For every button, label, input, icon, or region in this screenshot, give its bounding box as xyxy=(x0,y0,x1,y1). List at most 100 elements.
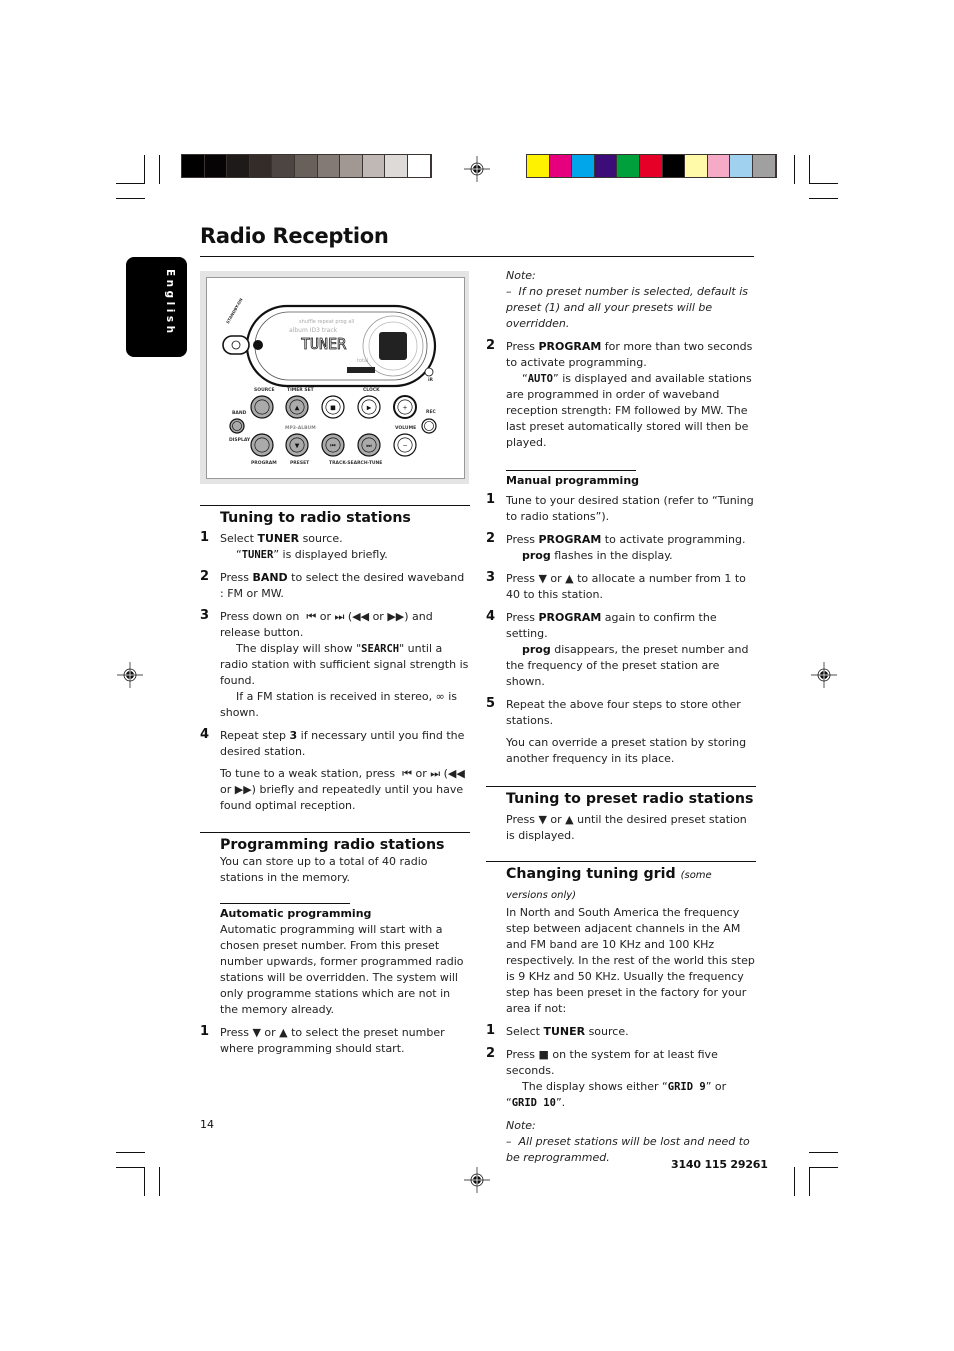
previous-button-glyph-icon: ⏮ xyxy=(330,443,336,450)
right-column: Note: – If no preset number is selected,… xyxy=(486,268,756,1166)
color-swatch xyxy=(572,155,594,177)
crop-mark xyxy=(809,1167,838,1168)
crop-mark xyxy=(809,198,838,199)
page-number: 14 xyxy=(200,1118,214,1131)
label-source: SOURCE xyxy=(254,388,275,393)
color-swatch xyxy=(685,155,707,177)
text: flashes in the display. xyxy=(550,549,673,562)
tuning-grid-text: In North and South America the frequency… xyxy=(506,906,755,1015)
preset-down-button-glyph-icon: ▼ xyxy=(295,443,300,450)
text: Press xyxy=(506,340,539,353)
step-result: The display will show "SEARCH" until a r… xyxy=(220,641,470,689)
crop-mark xyxy=(116,1167,145,1168)
volume-down-button-glyph-icon: − xyxy=(402,443,407,450)
color-swatch xyxy=(662,155,685,177)
display-tag-hot-surf xyxy=(347,367,375,373)
band-button-inner xyxy=(232,421,242,431)
color-calibration-bar xyxy=(526,154,777,178)
crop-mark xyxy=(794,155,795,184)
svg-text:album ID3 track: album ID3 track xyxy=(289,327,338,334)
grayscale-swatch xyxy=(204,155,227,177)
label-display: DISPLAY xyxy=(229,438,251,443)
ir-sensor xyxy=(424,367,434,377)
text: Tune to your desired station (refer to “… xyxy=(506,494,754,523)
color-swatch xyxy=(639,155,662,177)
grayscale-swatch xyxy=(362,155,385,177)
label-ir: iR xyxy=(428,378,434,383)
step-result: prog disappears, the preset number and t… xyxy=(506,642,756,690)
rec-button-inner xyxy=(424,421,434,431)
auto-step-1: 1 Press ▼ or ▲ to select the preset numb… xyxy=(200,1024,470,1057)
text: source. xyxy=(585,1025,629,1038)
text: Repeat the above four steps to store oth… xyxy=(506,698,741,727)
crop-mark xyxy=(159,155,160,184)
tuning-step-4: 4 Repeat step 3 if necessary until you f… xyxy=(200,727,470,814)
next-button-glyph-icon: ⏭ xyxy=(366,443,372,450)
text: The display will show " xyxy=(236,642,362,655)
crop-mark xyxy=(144,1167,145,1196)
page-title: Radio Reception xyxy=(200,224,389,248)
text: Press ▼ or ▲ to select the preset number… xyxy=(220,1026,445,1055)
step-result: The display shows either “GRID 9” or “GR… xyxy=(506,1079,756,1111)
step-result: “TUNER” is displayed briefly. xyxy=(220,547,470,563)
lcd-text: GRID 9 xyxy=(667,1081,706,1093)
svg-text:total: total xyxy=(357,358,368,364)
crop-mark xyxy=(159,1167,160,1196)
grayscale-swatch xyxy=(272,155,294,177)
step-number: 2 xyxy=(486,1046,496,1061)
play-pause-button-glyph-icon: ▶ xyxy=(367,405,372,412)
text: Press xyxy=(506,533,539,546)
note-text: – If no preset number is selected, defau… xyxy=(506,285,749,330)
step-number: 3 xyxy=(486,570,496,585)
section-heading-tuning-grid: Changing tuning grid (some versions only… xyxy=(486,861,756,905)
text: Press ▼ or ▲ to allocate a number from 1… xyxy=(506,572,746,601)
antenna-icon xyxy=(253,340,263,350)
registration-mark-icon xyxy=(811,662,837,688)
section-heading-preset: Tuning to preset radio stations xyxy=(486,786,756,808)
label-track-search-tune: TRACK-SEARCH-TUNE xyxy=(329,461,383,466)
crop-mark xyxy=(116,183,145,184)
label-preset: PRESET xyxy=(290,461,310,466)
grayscale-swatch xyxy=(294,155,317,177)
title-rule xyxy=(200,256,754,257)
programming-intro: You can store up to a total of 40 radio … xyxy=(220,855,428,884)
bold-text: PROGRAM xyxy=(538,340,602,353)
crop-mark xyxy=(144,155,145,184)
bold-text: prog xyxy=(522,643,551,656)
section-heading-tuning: Tuning to radio stations xyxy=(200,505,470,527)
grayscale-swatch xyxy=(385,155,407,177)
registration-mark-icon xyxy=(464,1167,490,1193)
device-panel: TUNER shuffle repeat prog all album ID3 … xyxy=(206,277,465,479)
stop-button-glyph-icon: ■ xyxy=(330,405,336,412)
preset-text: Press ▼ or ▲ until the desired preset st… xyxy=(506,813,747,842)
color-swatch xyxy=(752,155,775,177)
label-clock: CLOCK xyxy=(363,388,380,393)
volume-up-button-glyph-icon: + xyxy=(402,405,407,412)
crop-mark xyxy=(116,198,145,199)
crop-mark xyxy=(794,1167,795,1196)
grayscale-swatch xyxy=(317,155,340,177)
section-heading-programming: Programming radio stations xyxy=(200,832,470,854)
subheading-manual-programming: Manual programming xyxy=(506,470,639,489)
bold-text: BAND xyxy=(252,571,288,584)
step-number: 1 xyxy=(486,1023,496,1038)
crop-mark xyxy=(809,1152,838,1153)
text: Press ■ on the system for at least five … xyxy=(506,1048,718,1077)
override-tip: You can override a preset station by sto… xyxy=(506,736,747,765)
program-button-inner xyxy=(254,437,270,453)
step-result: “AUTO” is displayed and available statio… xyxy=(506,371,756,451)
left-column: Tuning to radio stations 1 Select TUNER … xyxy=(200,505,470,1064)
step-number: 2 xyxy=(486,338,496,353)
text: Press xyxy=(506,611,539,624)
tuning-step-3: 3 Press down on ⏮ or ⏭ (◀◀ or ▶▶) and re… xyxy=(200,608,470,721)
bold-text: prog xyxy=(522,549,551,562)
step-number: 1 xyxy=(200,1024,210,1039)
label-mp3-album: MP3-ALBUM xyxy=(285,426,316,431)
text: The display shows either “ xyxy=(522,1080,668,1093)
registration-mark-icon xyxy=(464,156,490,182)
grayscale-swatch xyxy=(249,155,272,177)
color-swatch xyxy=(730,155,752,177)
text: Press down on ⏮ or ⏭ (◀◀ or ▶▶) and rele… xyxy=(220,610,433,639)
note-label: Note: xyxy=(506,269,536,282)
bold-text: TUNER xyxy=(257,532,300,545)
